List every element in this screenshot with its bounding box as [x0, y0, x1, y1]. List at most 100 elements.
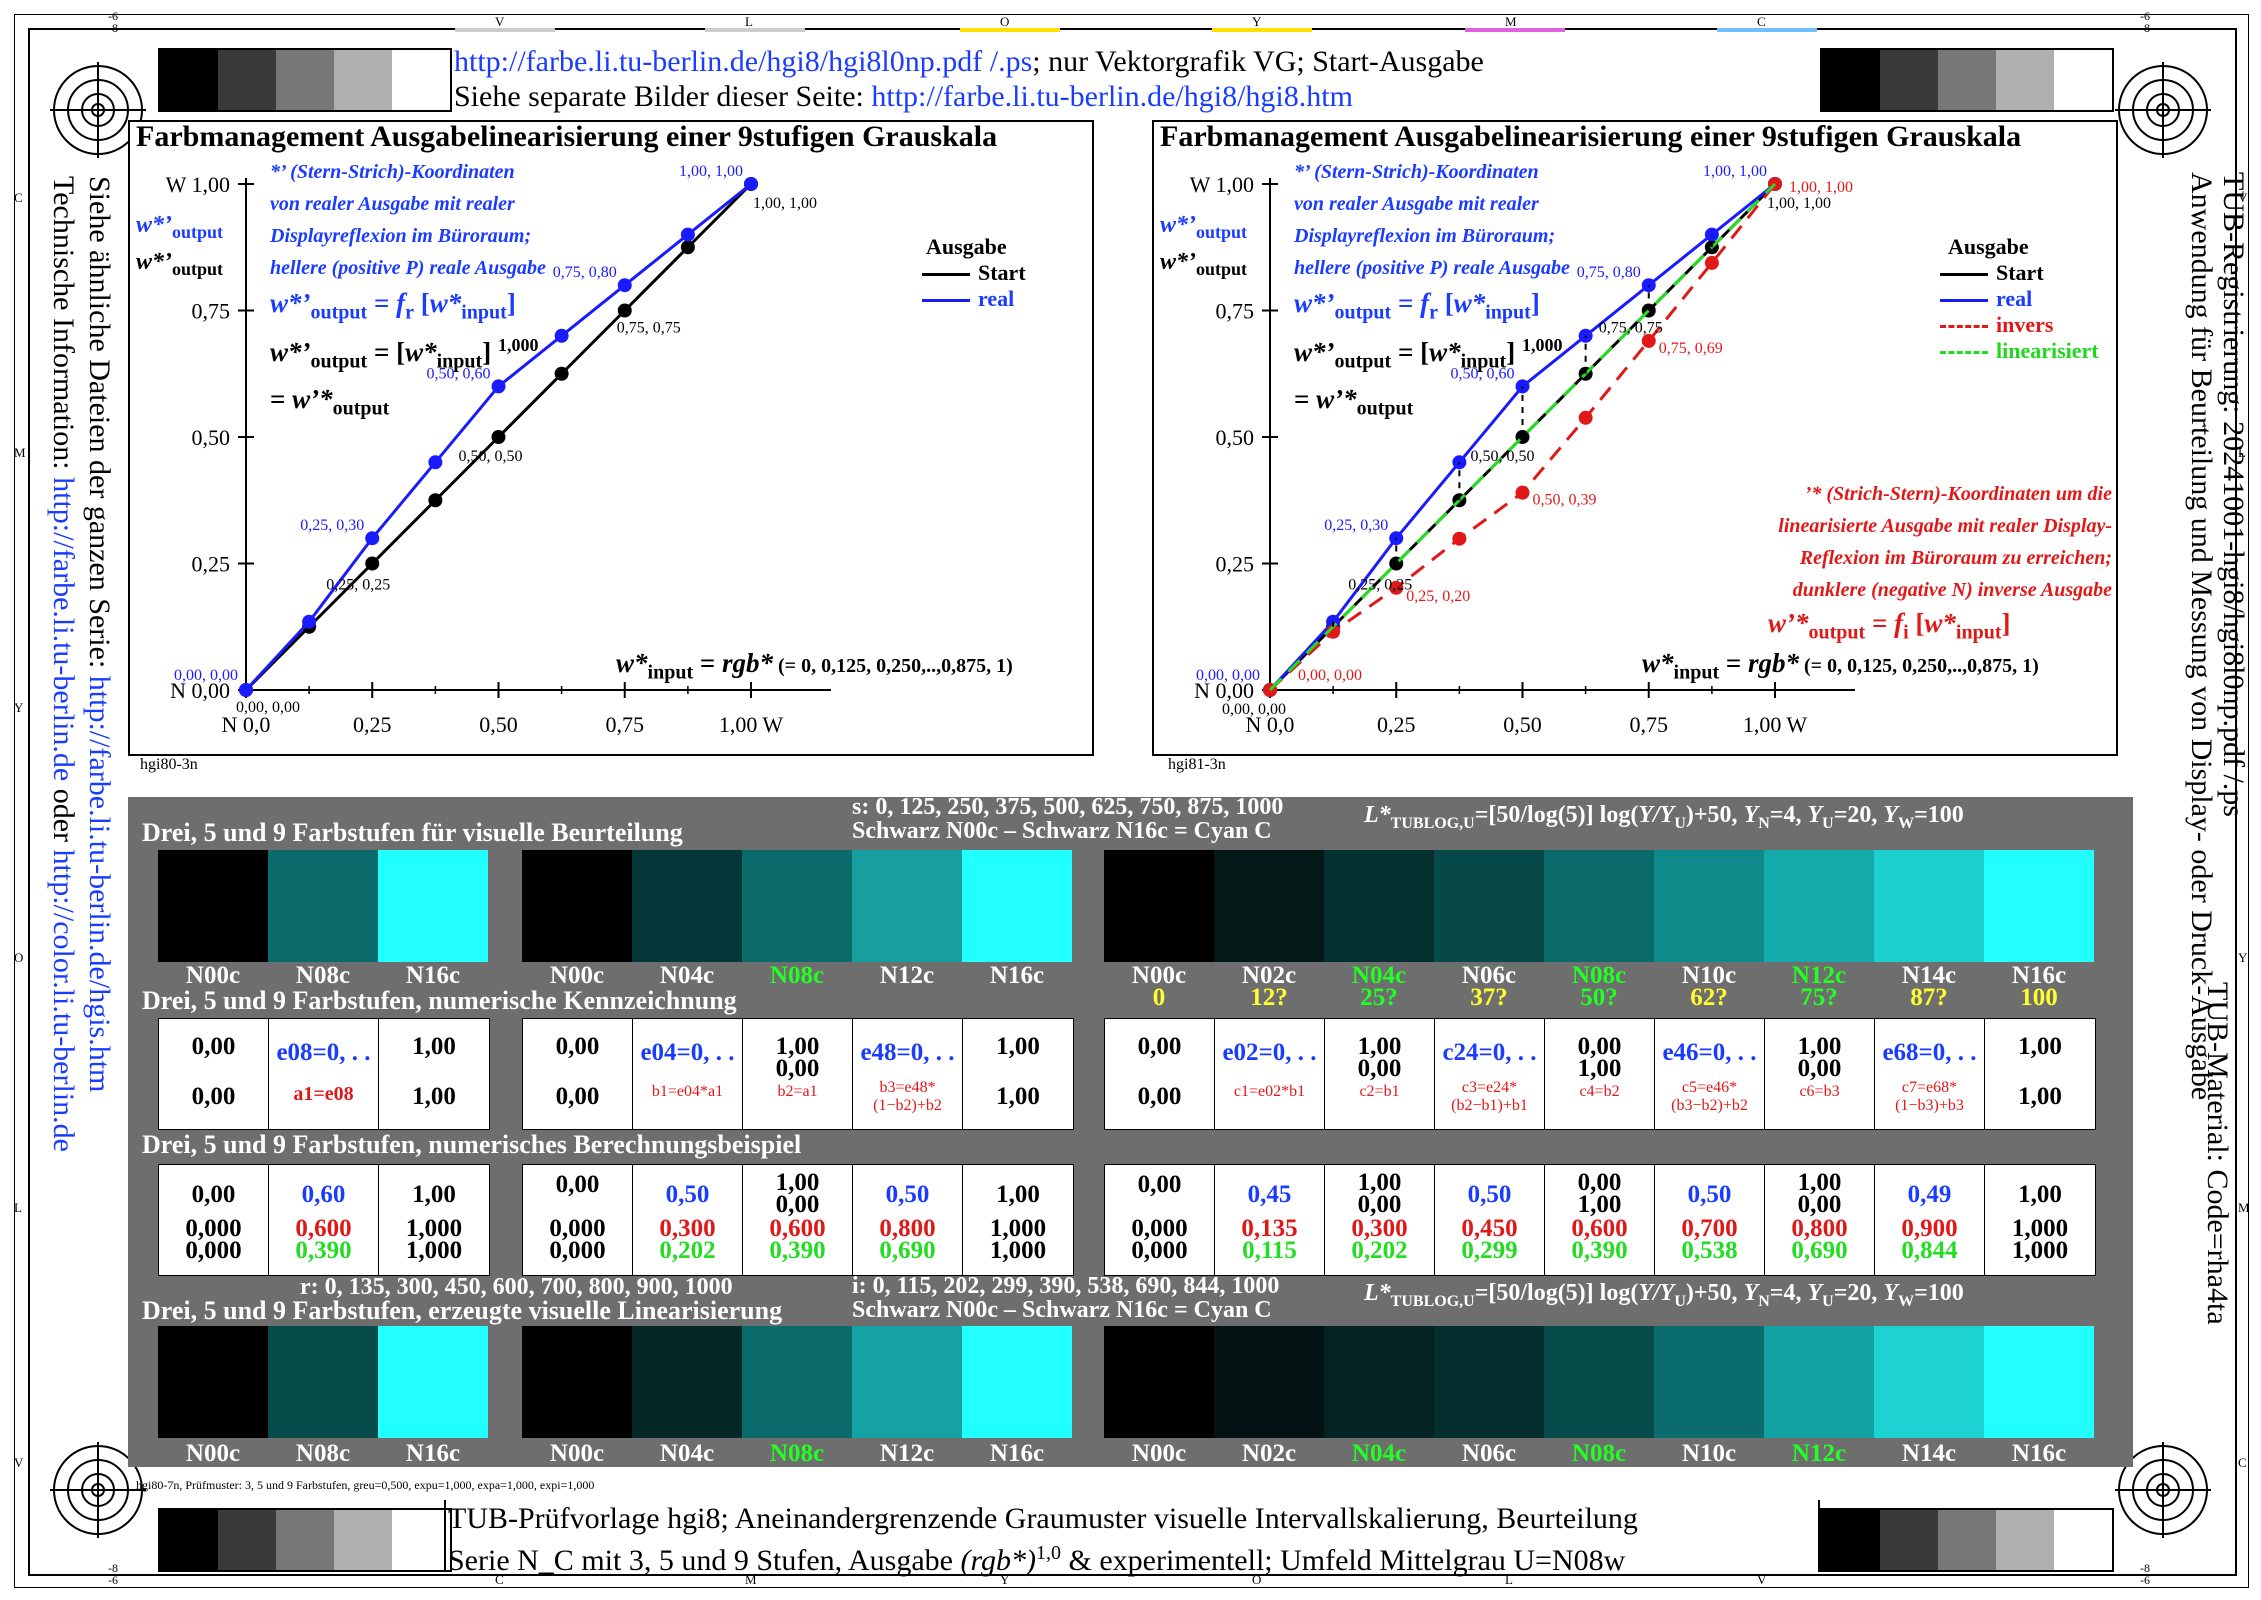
color-swatch: [158, 850, 268, 962]
calc-value-c: 0,844: [1901, 1237, 1958, 1264]
data-point-real: [491, 379, 506, 394]
data-label: 0,00, 0,00: [1222, 701, 1286, 718]
calc-value-c: 0,202: [1351, 1237, 1408, 1264]
color-swatch: [742, 850, 852, 962]
x-tick-label: 0,75: [606, 712, 645, 737]
code-top: 1,00: [2018, 1033, 2062, 1060]
y-tick-label: W 1,00: [166, 172, 230, 197]
data-label: 1,00, 1,00: [753, 195, 817, 212]
color-swatch: [1324, 1326, 1434, 1438]
calc-value-c: 0,690: [1791, 1237, 1848, 1264]
color-swatch: [632, 850, 742, 962]
calc-value-a: 1,00: [412, 1181, 456, 1208]
data-point-start: [365, 556, 380, 571]
code-cell: e68=0, . . c7=e68* (1−b3)+b3: [1875, 1019, 1985, 1129]
edge-letter: L: [14, 1200, 22, 1215]
lstar-formula-bottom: L*TUBLOG,U=[50/log(5)] log(Y/YU)+50, YN=…: [1364, 1280, 1964, 1310]
code-bottom-2: (1−b2)+b2: [873, 1097, 942, 1114]
data-point-real: [428, 455, 443, 470]
code-cell: e46=0, . . c5=e46* (b3−b2)+b2: [1655, 1019, 1765, 1129]
s-values: s: 0, 125, 250, 375, 500, 625, 750, 875,…: [852, 794, 1284, 844]
color-link[interactable]: http://color.li.tu-berlin.de: [47, 850, 80, 1152]
code-cell: 1,00 0,00 b2=a1: [743, 1019, 853, 1129]
series-link[interactable]: http://farbe.li.tu-berlin.de/hgis.htm: [83, 676, 116, 1093]
data-label: 1,00, 1,00: [1767, 195, 1831, 212]
data-point-start: [617, 303, 632, 318]
edge-color-bar: [455, 28, 555, 32]
calc-value-a: 0,00: [555, 1171, 600, 1198]
color-swatch: [1764, 850, 1874, 962]
header-pdf-link[interactable]: http://farbe.li.tu-berlin.de/hgi8/hgi8l0…: [454, 45, 1032, 78]
plot-left-xinput: w*input = rgb* (= 0, 0,125, 0,250,..,0,8…: [616, 648, 1013, 684]
swatch-label: 87?: [1910, 984, 1948, 1011]
swatch-label: N16c: [405, 1440, 461, 1467]
code-top: e48=0, . .: [860, 1039, 955, 1066]
plot-right-eq2: w*’output = [w*input] 1,000: [1294, 335, 1563, 373]
color-swatch: [1984, 850, 2094, 962]
swatch-label: N00c: [185, 1440, 241, 1467]
farbe-link[interactable]: http://farbe.li.tu-berlin.de: [47, 477, 80, 781]
code-bottom: 0,00: [1137, 1083, 1182, 1110]
data-label: 0,00, 0,00: [236, 699, 300, 716]
registration-mark-top-right: [2115, 62, 2211, 158]
header-htm-link[interactable]: http://farbe.li.tu-berlin.de/hgi8/hgi8.h…: [871, 80, 1353, 113]
code-bottom: 1,00: [996, 1083, 1040, 1110]
swatch-label: 62?: [1690, 984, 1728, 1011]
material-code-text: TUB-Material: Code=rha4ta: [2201, 982, 2234, 1325]
data-point-start: [428, 493, 443, 508]
code-cell: 1,00 1,00: [1985, 1019, 2095, 1129]
data-label: 0,50, 0,39: [1533, 492, 1597, 509]
gray-scale-bar-top-left: [158, 48, 452, 112]
calc-cell: 1,00 0,00 0,800 0,690: [1765, 1165, 1875, 1275]
x-tick-label: 0,75: [1630, 712, 1669, 737]
edge-letter: C: [14, 190, 23, 205]
note-line: dunklere (negative N) inverse Ausgabe: [1792, 579, 2112, 601]
header-line-2-text: Siehe separate Bilder dieser Seite:: [454, 80, 872, 113]
code-top: 0,00: [555, 1033, 600, 1060]
i-values: i: 0, 115, 202, 299, 390, 538, 690, 844,…: [852, 1273, 1280, 1323]
calc-value-c: 0,202: [659, 1237, 716, 1264]
code-bottom-2: (b2−b1)+b1: [1451, 1097, 1528, 1114]
code-bottom-2: (b3−b2)+b2: [1671, 1097, 1748, 1114]
color-swatch: [1324, 850, 1434, 962]
calc-cell: 0,45 0,135 0,115: [1215, 1165, 1325, 1275]
swatch-label: N08c: [769, 962, 825, 989]
data-point-invers: [1578, 410, 1593, 425]
legend-item-real: real: [1940, 286, 2099, 312]
color-swatch: [1654, 850, 1764, 962]
swatch-label: N00c: [1131, 1440, 1187, 1467]
y-tick-label: 0,75: [1216, 299, 1255, 324]
calc-row-9: 0,00 0,000 0,000 0,45 0,135 0,115 1,00 0,00 0,30…: [1104, 1164, 2096, 1276]
data-point-real: [617, 278, 632, 293]
calc-value-c: 0,390: [1571, 1237, 1628, 1264]
left-vertical-line-1: Siehe ähnliche Dateien der ganzen Serie:…: [82, 176, 116, 1092]
edge-letter: V: [2238, 190, 2248, 205]
swatch-label: 12?: [1250, 984, 1288, 1011]
plot-left-eq2: w*’output = [w*input] 1,000: [270, 335, 539, 373]
data-label: 0,75, 0,80: [1577, 264, 1641, 281]
color-swatch: [852, 1326, 962, 1438]
code-bottom: 1,00: [412, 1083, 456, 1110]
swatch-label: 25?: [1360, 984, 1398, 1011]
swatch-label: N10c: [1681, 1440, 1737, 1467]
ylabel-blue: w*’output: [136, 212, 224, 242]
edge-letter: M: [2238, 1200, 2250, 1215]
right-vertical-line-3: TUB-Material: Code=rha4ta: [2200, 982, 2234, 1325]
data-label: 0,00, 0,00: [1196, 667, 1260, 684]
calc-cell: 0,50 0,450 0,299: [1435, 1165, 1545, 1275]
calc-value-c: 0,390: [295, 1237, 352, 1264]
code-cell: 1,00 1,00: [963, 1019, 1073, 1129]
code-top: 1,00: [412, 1033, 456, 1060]
plot-right-eq-red: w’*output = fi [w*input]: [1768, 608, 2011, 644]
swatches-3-visual: [158, 850, 488, 962]
swatch-label: 100: [2020, 984, 2058, 1011]
calc-value-a: 0,00: [1137, 1171, 1182, 1198]
data-point-start: [680, 240, 695, 255]
calc-value-a: 0,50: [1467, 1181, 1512, 1208]
y-tick-label: 0,50: [192, 425, 231, 450]
color-swatch: [522, 1326, 632, 1438]
code-bottom: c4=b2: [1579, 1083, 1620, 1100]
color-swatch: [158, 1326, 268, 1438]
code-top: e08=0, . .: [276, 1039, 371, 1066]
calc-cell: 1,00 1,000 1,000: [379, 1165, 489, 1275]
